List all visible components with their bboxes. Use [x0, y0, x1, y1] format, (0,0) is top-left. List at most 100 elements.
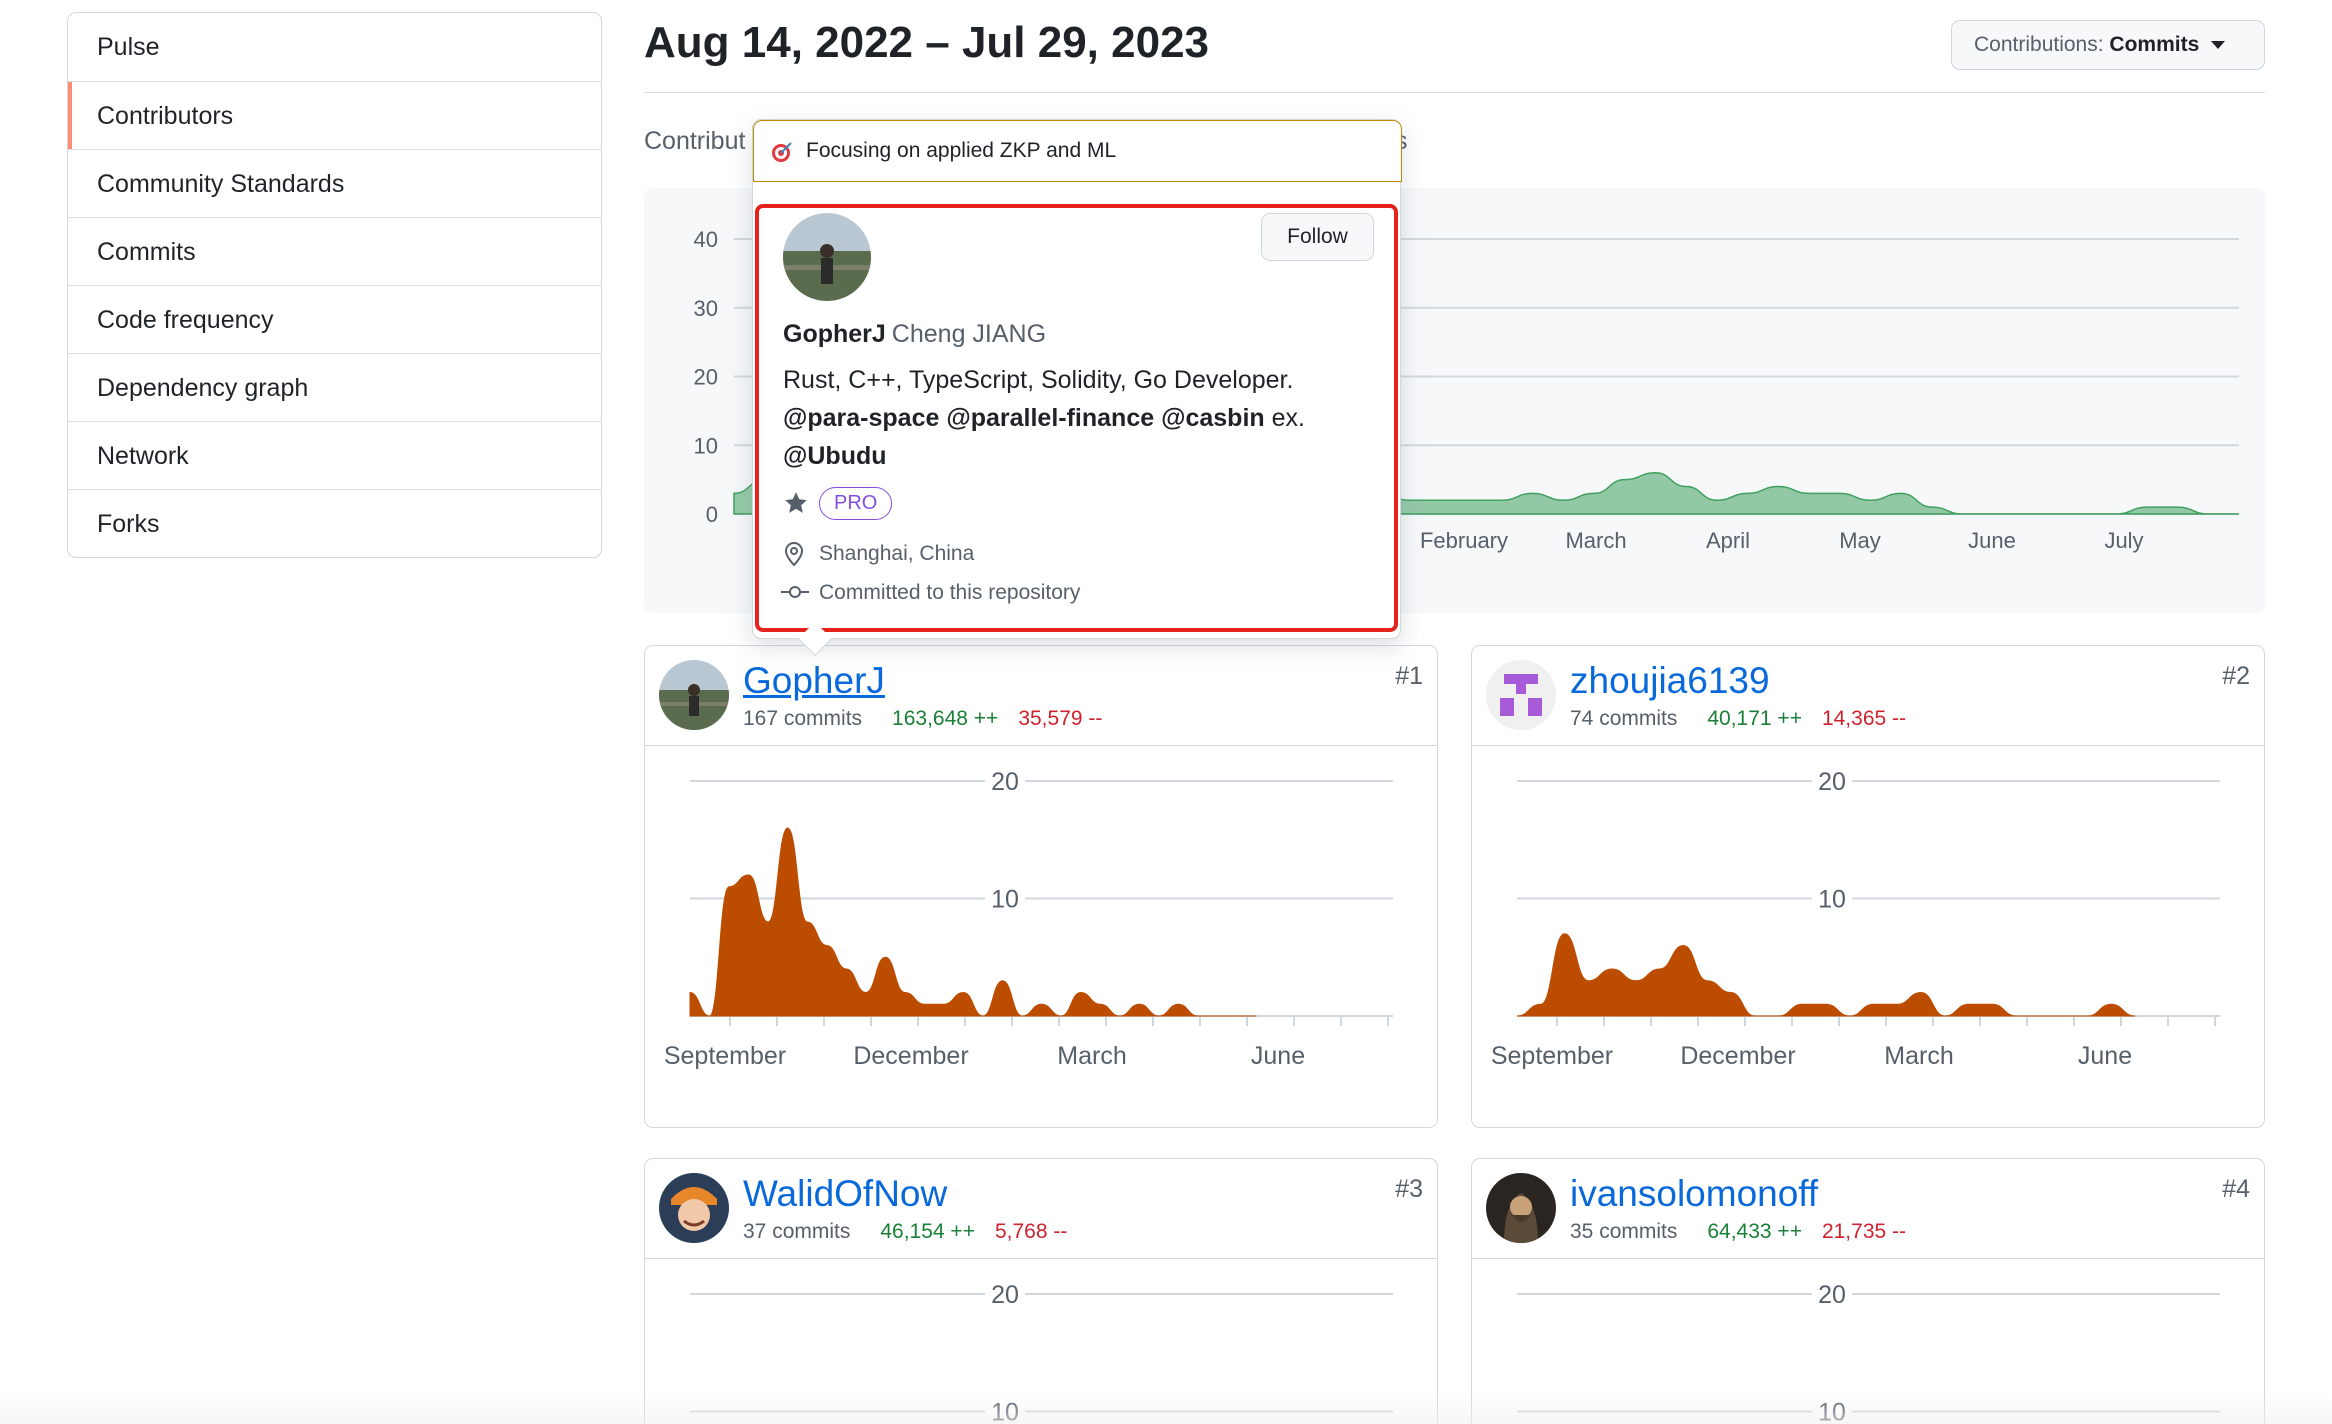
contributor-card: WalidOfNow 37 commits 46,154 ++ 5,768 -- #…	[644, 1158, 1438, 1424]
star-icon	[785, 492, 807, 513]
contributor-chart: 10 20 September December March June	[1472, 746, 2264, 1127]
additions-count: 64,433 ++	[1707, 1220, 1802, 1243]
sidebar-item-commits[interactable]: Commits	[68, 217, 601, 285]
hovercard-name: GopherJ Cheng JIANG	[783, 320, 1046, 349]
contributor-card-header: WalidOfNow 37 commits 46,154 ++ 5,768 -- #…	[645, 1159, 1437, 1259]
y-tick-label: 30	[694, 296, 718, 321]
x-tick-label: March	[1565, 528, 1626, 553]
x-tick-label: May	[1839, 528, 1881, 553]
avatar[interactable]	[1486, 1173, 1556, 1243]
commits-area-series	[1516, 933, 2136, 1017]
contributor-stats: 167 commits 163,648 ++ 35,579 --	[743, 707, 1102, 731]
x-tick-label: September	[1491, 1042, 1613, 1070]
contributor-name-link[interactable]: ivansolomonoff	[1570, 1173, 1818, 1215]
hovercard-avatar[interactable]	[783, 213, 871, 301]
y-tick-label: 40	[694, 227, 718, 252]
contributor-rank: #3	[1395, 1175, 1423, 1203]
contributor-card-header: zhoujia6139 74 commits 40,171 ++ 14,365 --…	[1472, 646, 2264, 746]
commits-count-link[interactable]: 37 commits	[743, 1220, 850, 1243]
git-commit-icon	[781, 586, 809, 598]
bio-org-link[interactable]: @para-space	[783, 404, 939, 432]
x-tick-label: April	[1706, 528, 1750, 553]
deletions-count: 14,365 --	[1821, 707, 1907, 730]
location-icon	[784, 541, 804, 567]
bio-text: Rust, C++, TypeScript, Solidity, Go Deve…	[783, 366, 1294, 394]
y-tick-label: 0	[706, 502, 718, 527]
commits-count-link[interactable]: 74 commits	[1570, 707, 1677, 730]
y-tick-label: 10	[1818, 886, 1846, 914]
contributor-card: GopherJ 167 commits 163,648 ++ 35,579 -- #…	[644, 645, 1438, 1128]
hovercard-login-link[interactable]: GopherJ	[783, 320, 886, 348]
date-range-title: Aug 14, 2022 – Jul 29, 2023	[644, 18, 1210, 67]
contributor-card: ivansolomonoff 35 commits 64,433 ++ 21,735…	[1471, 1158, 2265, 1424]
contributor-chart-svg: 10 20 September December March June	[664, 767, 1393, 1070]
commits-count-link[interactable]: 167 commits	[743, 707, 862, 730]
insights-sidebar: Pulse Contributors Community Standards C…	[67, 12, 602, 558]
contributor-card-header: ivansolomonoff 35 commits 64,433 ++ 21,735…	[1472, 1159, 2264, 1259]
contributor-stats: 37 commits 46,154 ++ 5,768 --	[743, 1220, 1067, 1244]
bio-org-link[interactable]: @Ubudu	[783, 442, 887, 470]
x-tick-label: June	[1251, 1042, 1305, 1070]
additions-count: 40,171 ++	[1707, 707, 1802, 730]
contributor-name-link[interactable]: WalidOfNow	[743, 1173, 947, 1215]
caret-down-icon	[2211, 41, 2226, 50]
contributor-name-link[interactable]: zhoujia6139	[1570, 660, 1770, 702]
user-status: Focusing on applied ZKP and ML	[753, 120, 1402, 182]
committed-text: Committed to this repository	[819, 581, 1081, 604]
x-tick-label: July	[2104, 528, 2143, 553]
bottom-fade	[0, 1394, 2332, 1424]
header-divider	[644, 92, 2265, 93]
contributor-card-header: GopherJ 167 commits 163,648 ++ 35,579 -- #…	[645, 646, 1437, 746]
y-tick-label: 20	[1818, 1281, 1846, 1309]
contributions-type-dropdown[interactable]: Contributions: Commits	[1951, 20, 2265, 70]
contributions-menu-prefix: Contributions:	[1974, 33, 2104, 56]
x-tick-label: February	[1420, 528, 1508, 553]
y-tick-label: 10	[991, 886, 1019, 914]
contributor-chart: 10 20 September December March June	[645, 746, 1437, 1127]
location-text: Shanghai, China	[819, 542, 975, 565]
follow-button[interactable]: Follow	[1261, 213, 1374, 261]
sidebar-item-dependency-graph[interactable]: Dependency graph	[68, 353, 601, 421]
avatar[interactable]	[659, 1173, 729, 1243]
commits-area-series	[689, 827, 1257, 1017]
hovercard-full-name: Cheng JIANG	[891, 320, 1047, 348]
contributor-rank: #1	[1395, 662, 1423, 690]
bio-org-link[interactable]: @casbin	[1161, 404, 1265, 432]
bio-org-link[interactable]: @parallel-finance	[946, 404, 1154, 432]
avatar[interactable]	[1486, 660, 1556, 730]
avatar[interactable]	[659, 660, 729, 730]
x-tick-label: December	[853, 1042, 968, 1070]
user-hovercard: Focusing on applied ZKP and ML Follow Go…	[752, 119, 1402, 656]
contributions-caption: Contribut	[644, 127, 746, 155]
deletions-count: 35,579 --	[1018, 707, 1103, 730]
x-tick-label: September	[664, 1042, 786, 1070]
sidebar-item-network[interactable]: Network	[68, 421, 601, 489]
sidebar-item-forks[interactable]: Forks	[68, 489, 601, 557]
dart-icon	[772, 142, 792, 162]
x-tick-label: March	[1057, 1042, 1126, 1070]
contributor-stats: 35 commits 64,433 ++ 21,735 --	[1570, 1220, 1906, 1244]
deletions-count: 5,768 --	[994, 1220, 1068, 1243]
sidebar-item-community-standards[interactable]: Community Standards	[68, 149, 601, 217]
user-status-text: Focusing on applied ZKP and ML	[806, 139, 1117, 162]
contributor-card: zhoujia6139 74 commits 40,171 ++ 14,365 --…	[1471, 645, 2265, 1128]
x-tick-label: March	[1884, 1042, 1953, 1070]
sidebar-item-pulse[interactable]: Pulse	[68, 13, 601, 81]
x-tick-label: June	[1968, 528, 2016, 553]
contributor-stats: 74 commits 40,171 ++ 14,365 --	[1570, 707, 1906, 731]
y-tick-label: 20	[694, 365, 718, 390]
additions-count: 163,648 ++	[892, 707, 999, 730]
contributions-menu-value: Commits	[2109, 33, 2200, 56]
commits-count-link[interactable]: 35 commits	[1570, 1220, 1677, 1243]
sidebar-item-code-frequency[interactable]: Code frequency	[68, 285, 601, 353]
y-tick-label: 20	[991, 768, 1019, 796]
sidebar-item-contributors[interactable]: Contributors	[68, 81, 601, 149]
x-tick-label: June	[2078, 1042, 2132, 1070]
bio-ex-text: ex.	[1271, 404, 1305, 432]
hovercard-bio: Rust, C++, TypeScript, Solidity, Go Deve…	[783, 361, 1373, 475]
y-tick-label: 20	[1818, 768, 1846, 796]
contributor-name-link[interactable]: GopherJ	[743, 660, 885, 702]
y-tick-label: 20	[991, 1281, 1019, 1309]
y-tick-label: 10	[694, 433, 718, 458]
contributor-rank: #2	[2222, 662, 2250, 690]
